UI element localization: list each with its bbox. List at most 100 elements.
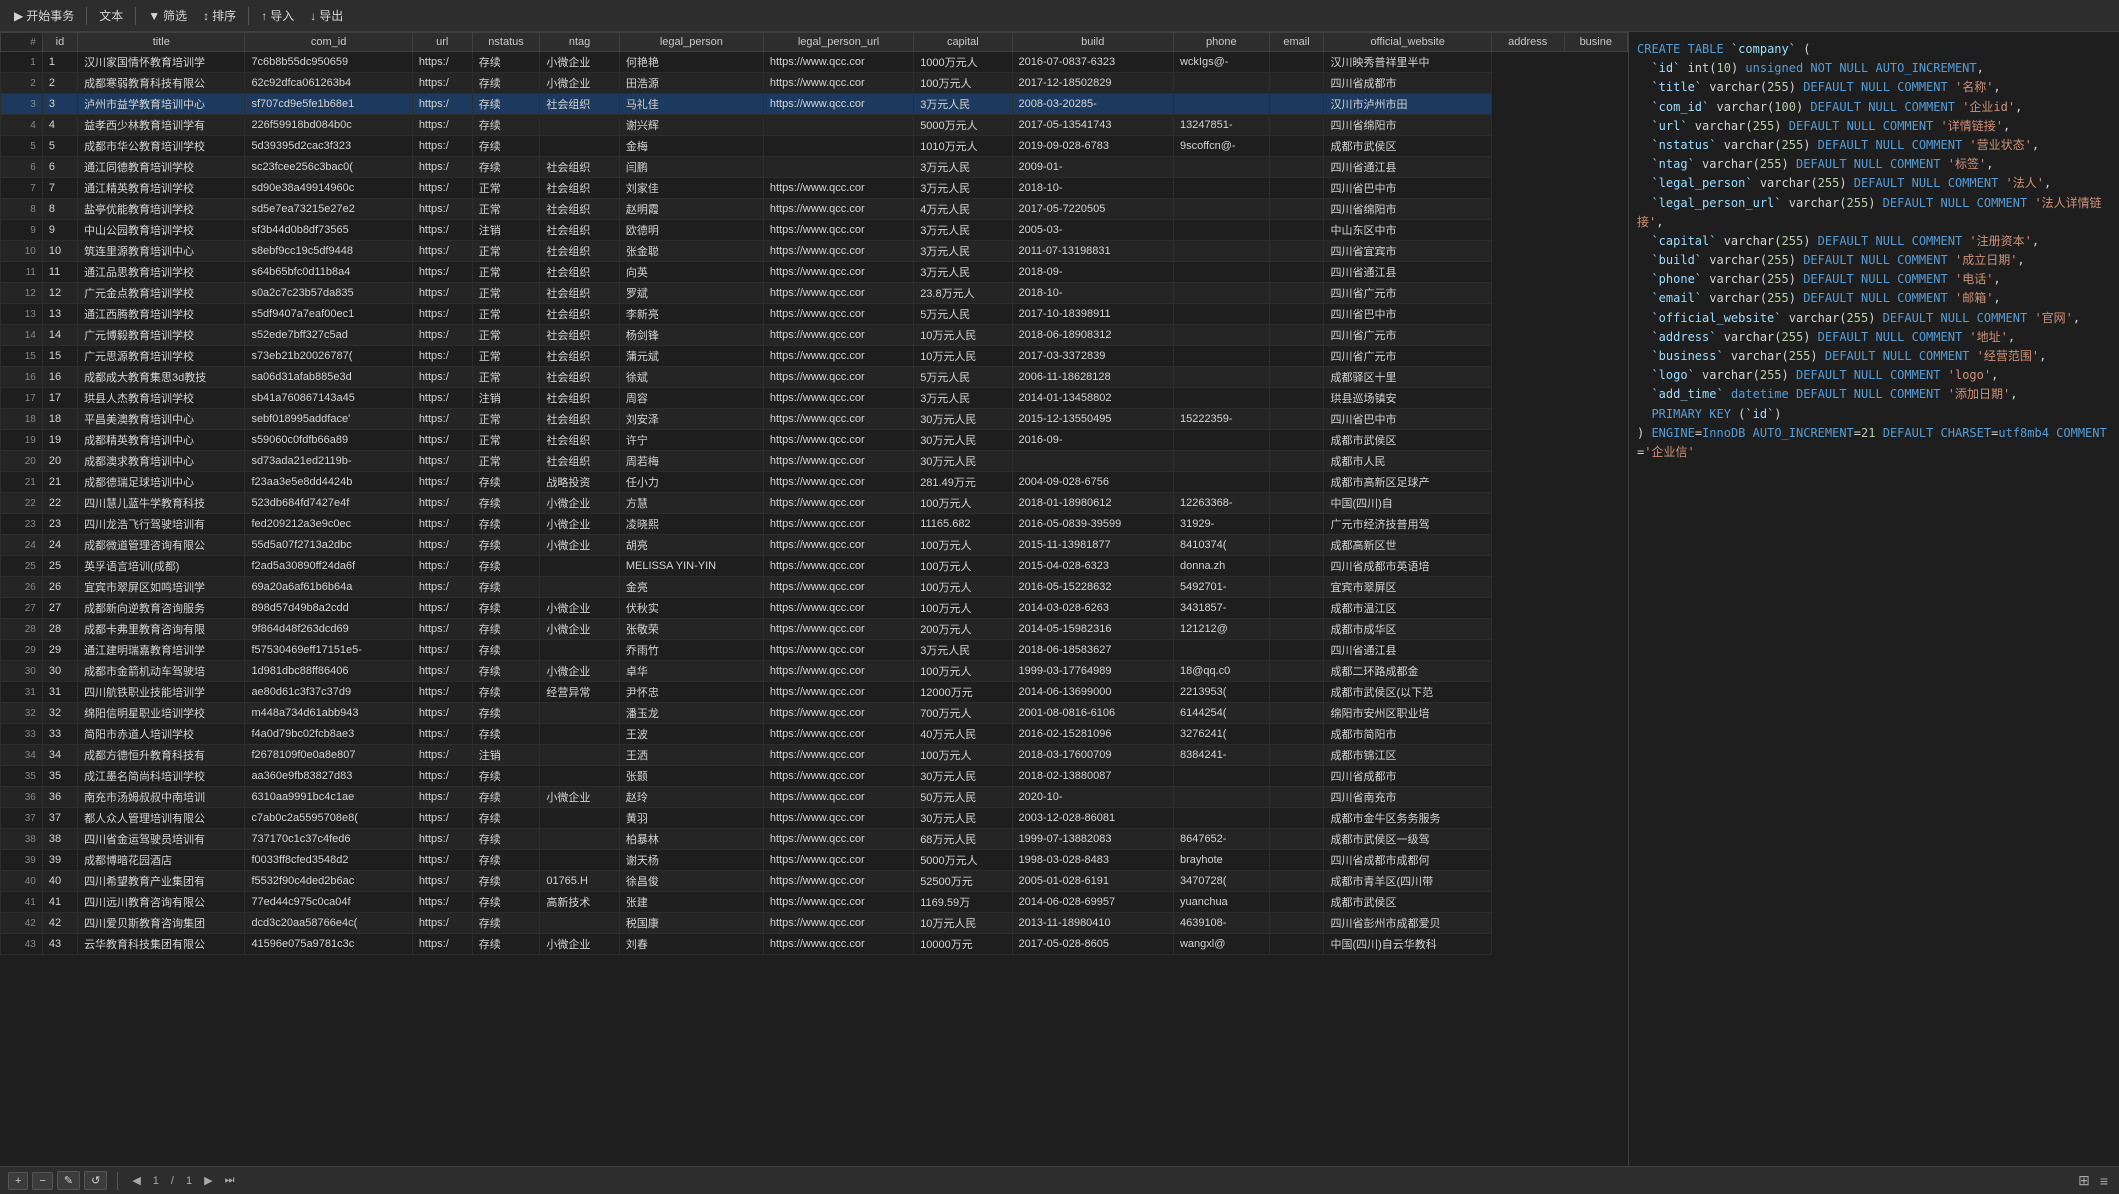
table-row[interactable]: 4242四川爱贝斯教育咨询集团dcd3c20aa58766e4c(https:/… [1,913,1628,934]
table-row[interactable]: 3030成都市金箭机动车驾驶培1d981dbc88ff86406https:/存… [1,661,1628,682]
table-row[interactable]: 1313通江西腾教育培训学校s5df9407a7eaf00ec1https:/正… [1,304,1628,325]
cell-capital: 100万元人 [914,535,1012,556]
table-row[interactable]: 88盐亭优能教育培训学校sd5e7ea73215e27e2https:/正常社会… [1,199,1628,220]
table-row[interactable]: 2121成都德瑞足球培训中心f23aa3e5e8dd4424bhttps:/存续… [1,472,1628,493]
first-page-btn[interactable]: + [8,1172,28,1190]
table-row[interactable]: 2222四川慧儿蓝牛学教育科技523db684fd7427e4fhttps:/存… [1,493,1628,514]
delete-row-btn[interactable]: − [32,1172,52,1190]
table-row[interactable]: 3535成江墨名简尚科培训学校aa360e9fb83827d83https:/存… [1,766,1628,787]
text-btn[interactable]: 文本 [93,5,129,26]
table-row[interactable]: 3838四川省金运驾驶员培训有737170c1c37c4fed6https:/存… [1,829,1628,850]
table-row[interactable]: 2929通江建明瑞嘉教育培训学f57530469eff17151e5-https… [1,640,1628,661]
cell-url: https:/ [412,346,472,367]
table-row[interactable]: 3636南充市汤姆叔叔中南培训6310aa9991bc4c1aehttps:/存… [1,787,1628,808]
table-row[interactable]: 2323四川龙浩飞行驾驶培训有fed209212a3e9c0echttps:/存… [1,514,1628,535]
table-row[interactable]: 4343云华教育科技集团有限公41596e075a9781c3chttps:/存… [1,934,1628,955]
cell-legal_person_url: https://www.qcc.cor [763,598,913,619]
cell-legal_person_url: https://www.qcc.cor [763,871,913,892]
cell-ntag: 社会组织 [540,178,620,199]
cell-rownum: 43 [1,934,43,955]
table-row[interactable]: 1919成都精英教育培训中心s59060c0fdfb66a89https:/正常… [1,430,1628,451]
import-btn[interactable]: ↑ 导入 [255,5,300,26]
col-header-title[interactable]: title [78,33,245,52]
refresh-btn[interactable]: ↺ [84,1171,107,1190]
table-row[interactable]: 22成都寒弱教育科技有限公62c92dfca061263b4https:/存续小… [1,73,1628,94]
table-row[interactable]: 44益孝西少林教育培训学有226f59918bd084b0chttps:/存续谢… [1,115,1628,136]
table-row[interactable]: 33泸州市益学教育培训中心sf707cd9e5fe1b68e1https:/存续… [1,94,1628,115]
cell-email [1269,73,1324,94]
cell-id: 17 [42,388,77,409]
cell-build: 2018-09- [1012,262,1173,283]
col-header-legal_person_url[interactable]: legal_person_url [763,33,913,52]
cell-capital: 5万元人民 [914,367,1012,388]
cell-nstatus: 存续 [472,577,540,598]
edit-row-btn[interactable]: ✎ [57,1171,80,1190]
cell-legal_person_url: https://www.qcc.cor [763,94,913,115]
sort-btn[interactable]: ↕ 排序 [197,5,242,26]
table-row[interactable]: 55成都市华公教育培训学校5d39395d2cac3f323https:/存续金… [1,136,1628,157]
cell-id: 18 [42,409,77,430]
table-row[interactable]: 2727成都新向逆教育咨询服务898d57d49b8a2cddhttps:/存续… [1,598,1628,619]
table-row[interactable]: 1818平昌美澳教育培训中心sebf018995addface'https:/正… [1,409,1628,430]
table-row[interactable]: 2828成都卡弗里教育咨询有限9f864d48f263dcd69https:/存… [1,619,1628,640]
table-row[interactable]: 3434成都方德恒升教育科技有f2678109f0e0a8e807https:/… [1,745,1628,766]
col-header-phone[interactable]: phone [1173,33,1269,52]
table-row[interactable]: 1616成都成大教育集思3d教技sa06d31afab885e3dhttps:/… [1,367,1628,388]
table-row[interactable]: 99中山公园教育培训学校sf3b44d0b8df73565https:/注销社会… [1,220,1628,241]
col-header-id[interactable]: id [42,33,77,52]
table-row[interactable]: 2424成都微道管理咨询有限公55d5a07f2713a2dbchttps:/存… [1,535,1628,556]
cell-legal_person_url: https://www.qcc.cor [763,262,913,283]
col-header-url[interactable]: url [412,33,472,52]
cell-url: https:/ [412,808,472,829]
col-header-ntag[interactable]: ntag [540,33,620,52]
col-header-nstatus[interactable]: nstatus [472,33,540,52]
table-row[interactable]: 1717珙县人杰教育培训学校sb41a760867143a45https:/注销… [1,388,1628,409]
col-header-official_website[interactable]: official_website [1324,33,1491,52]
table-row[interactable]: 77通江精英教育培训学校sd90e38a49914960chttps:/正常社会… [1,178,1628,199]
col-header-busine[interactable]: busine [1564,33,1627,52]
table-row[interactable]: 2525英孚语言培训(成都)f2ad5a30890ff24da6fhttps:/… [1,556,1628,577]
table-row[interactable]: 3333简阳市赤道人培训学校f4a0d79bc02fcb8ae3https:/存… [1,724,1628,745]
cell-build: 2017-05-028-8605 [1012,934,1173,955]
table-row[interactable]: 1414广元博毅教育培训学校s52ede7bff327c5adhttps:/正常… [1,325,1628,346]
table-row[interactable]: 1515广元思源教育培训学校s73eb21b20026787(https:/正常… [1,346,1628,367]
table-row[interactable]: 1010筑连里源教育培训中心s8ebf9cc19c5df9448https:/正… [1,241,1628,262]
cell-capital: 23.8万元人 [914,283,1012,304]
list-view-btn[interactable]: ≡ [2097,1173,2111,1189]
table-row[interactable]: 4141四川远川教育咨询有限公77ed44c975c0ca04fhttps:/存… [1,892,1628,913]
col-header-email[interactable]: email [1269,33,1324,52]
table-row[interactable]: 3737都人众人管理培训有限公c7ab0c2a5595708e8(https:/… [1,808,1628,829]
grid-view-btn[interactable]: ⊞ [2075,1172,2093,1189]
filter-btn[interactable]: ▼ 筛选 [142,5,193,26]
cell-build: 2017-12-18502829 [1012,73,1173,94]
data-grid-panel[interactable]: #idtitlecom_idurlnstatusntaglegal_person… [0,32,1629,1166]
table-row[interactable]: 3232绵阳信明星职业培训学校m448a734d61abb943https:/存… [1,703,1628,724]
export-btn[interactable]: ↓ 导出 [304,5,349,26]
cell-official_website: 四川省彭州市成都爱贝 [1324,913,1491,934]
table-row[interactable]: 1111通江品思教育培训学校s64b65bfc0d11b8a4https:/正常… [1,262,1628,283]
cell-official_website: 成都市武侯区一级驾 [1324,829,1491,850]
col-header-legal_person[interactable]: legal_person [619,33,763,52]
cell-build: 2016-02-15281096 [1012,724,1173,745]
table-row[interactable]: 3939成都博暗花园酒店f0033ff8cfed3548d2https:/存续谢… [1,850,1628,871]
cell-com_id: s0a2c7c23b57da835 [245,283,412,304]
table-row[interactable]: 2626宜宾市翠屏区如鸣培训学69a20a6af61b6b64ahttps:/存… [1,577,1628,598]
cell-phone: 8410374( [1173,535,1269,556]
cell-nstatus: 注销 [472,745,540,766]
col-header-build[interactable]: build [1012,33,1173,52]
cell-id: 38 [42,829,77,850]
col-header-com_id[interactable]: com_id [245,33,412,52]
col-header-capital[interactable]: capital [914,33,1012,52]
table-row[interactable]: 3131四川航铁职业技能培训学ae80d61c3f37c37d9https:/存… [1,682,1628,703]
cell-official_website: 中国(四川)自 [1324,493,1491,514]
cell-com_id: 77ed44c975c0ca04f [245,892,412,913]
cell-id: 7 [42,178,77,199]
table-row[interactable]: 1212广元金点教育培训学校s0a2c7c23b57da835https:/正常… [1,283,1628,304]
table-row[interactable]: 2020成都澳求教育培训中心sd73ada21ed2119b-https:/正常… [1,451,1628,472]
table-row[interactable]: 11汉川家国情怀教育培训学7c6b8b55dc950659https:/存续小微… [1,52,1628,73]
table-row[interactable]: 66通江同德教育培训学校sc23fcee256c3bac0(https:/存续社… [1,157,1628,178]
table-row[interactable]: 4040四川希望教育产业集团有f5532f90c4ded2b6achttps:/… [1,871,1628,892]
col-header-address[interactable]: address [1491,33,1564,52]
start-transaction-btn[interactable]: ▶ 开始事务 [8,5,80,26]
cell-legal_person_url: https://www.qcc.cor [763,178,913,199]
